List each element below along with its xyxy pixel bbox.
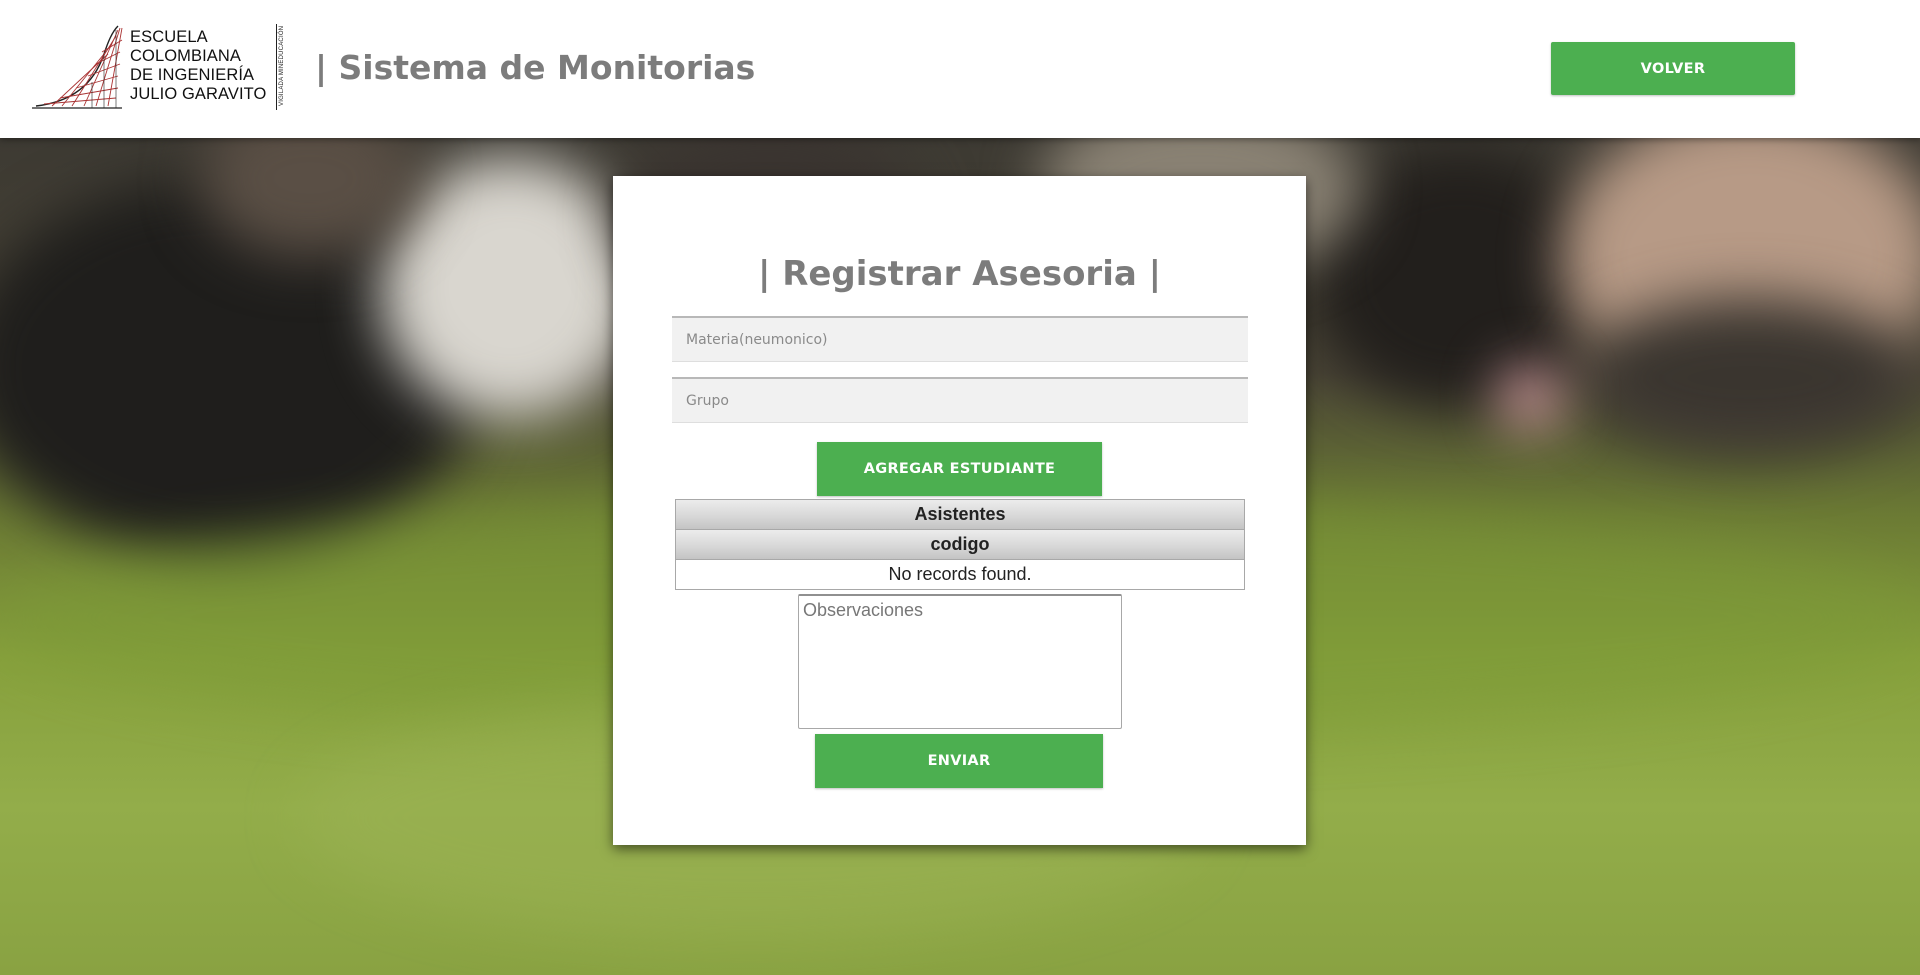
- logo-vertical-text: VIGILADA MINEDUCACIÓN: [279, 25, 285, 106]
- table-caption: Asistentes: [676, 500, 1244, 530]
- back-button[interactable]: VOLVER: [1551, 42, 1795, 95]
- logo-vertical-label: VIGILADA MINEDUCACIÓN: [276, 24, 286, 110]
- empty-message: No records found.: [676, 560, 1244, 589]
- grupo-input[interactable]: [672, 377, 1248, 423]
- logo-line: COLOMBIANA: [130, 47, 242, 65]
- materia-input[interactable]: [672, 316, 1248, 362]
- logo-line: ESCUELA: [130, 28, 208, 46]
- attendees-table: Asistentes codigo No records found.: [675, 499, 1245, 590]
- form-title: | Registrar Asesoria |: [757, 254, 1162, 294]
- logo-line: DE INGENIERÍA: [130, 66, 255, 84]
- register-form-card: | Registrar Asesoria | AGREGAR ESTUDIANT…: [613, 176, 1306, 845]
- submit-button[interactable]: ENVIAR: [815, 734, 1103, 788]
- observaciones-textarea[interactable]: [798, 594, 1122, 729]
- logo-text: ESCUELA COLOMBIANA DE INGENIERÍA JULIO G…: [130, 28, 267, 104]
- logo-line: JULIO GARAVITO: [130, 85, 267, 103]
- top-header: ESCUELA COLOMBIANA DE INGENIERÍA JULIO G…: [0, 0, 1920, 138]
- add-student-button[interactable]: AGREGAR ESTUDIANTE: [817, 442, 1102, 496]
- logo-emblem-icon: [32, 25, 123, 109]
- column-header-codigo[interactable]: codigo: [676, 530, 1244, 560]
- university-logo[interactable]: ESCUELA COLOMBIANA DE INGENIERÍA JULIO G…: [32, 24, 290, 110]
- site-title: | Sistema de Monitorias: [315, 48, 756, 87]
